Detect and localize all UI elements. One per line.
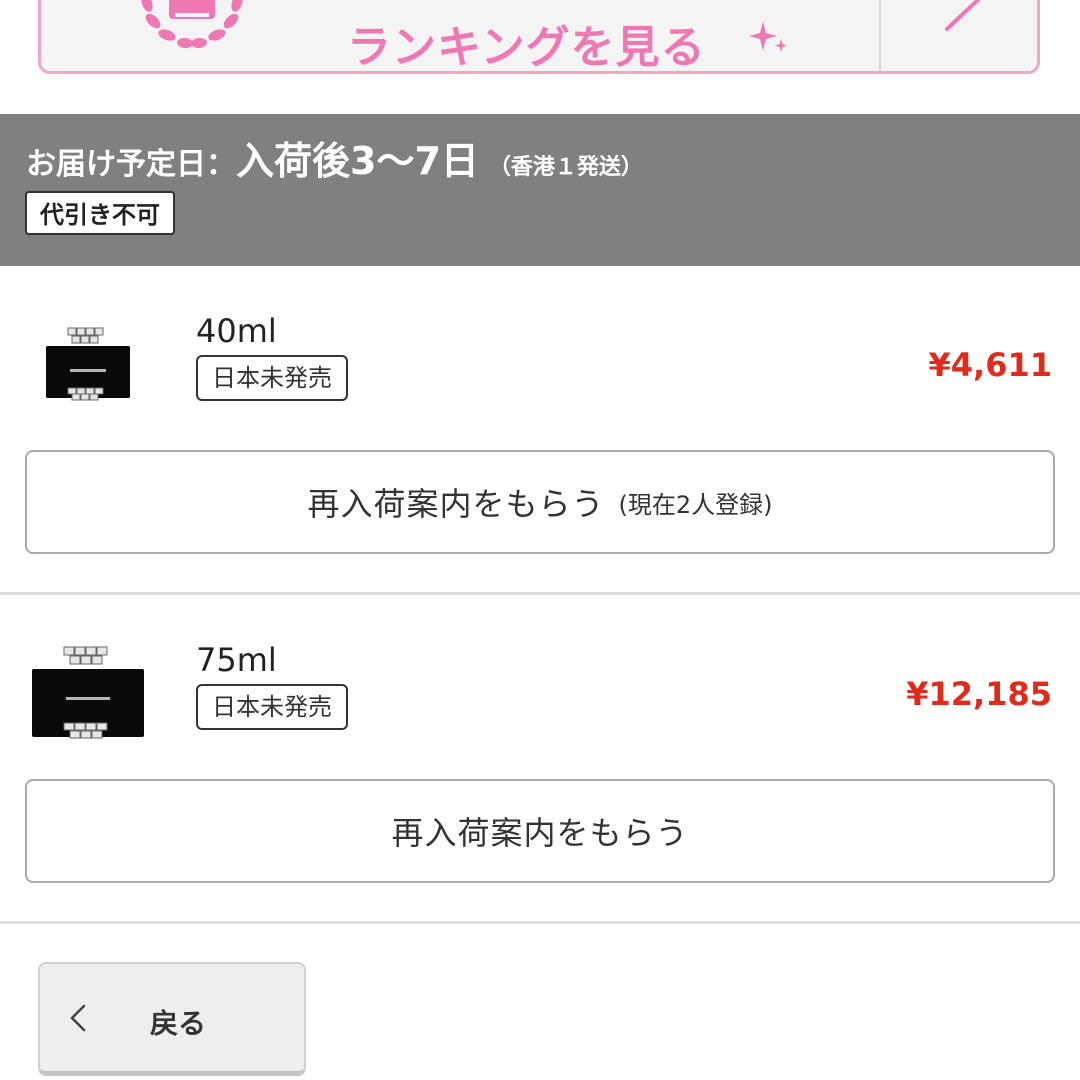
restock-registration-count: (現在2人登録) <box>618 490 773 519</box>
variant-price: ¥12,185 <box>906 675 1052 713</box>
not-released-in-japan-badge: 日本未発売 <box>196 355 348 401</box>
variant-row: 75ml 日本未発売 ¥12,185 再入荷案内をもらう <box>0 595 1080 924</box>
not-released-in-japan-badge: 日本未発売 <box>196 684 348 730</box>
perfume-bottle-icon <box>46 327 130 401</box>
back-button[interactable]: 戻る <box>38 962 306 1076</box>
shipping-origin-note: （香港１発送） <box>488 155 643 180</box>
restock-notify-button[interactable]: 再入荷案内をもらう (現在2人登録) <box>25 450 1055 554</box>
ranking-link-label: ランキングを見る <box>347 22 706 73</box>
variant-price: ¥4,611 <box>928 346 1052 384</box>
cod-unavailable-badge: 代引き不可 <box>25 191 175 235</box>
restock-notify-label: 再入荷案内をもらう <box>307 485 605 523</box>
delivery-date-colon: ： <box>206 147 236 182</box>
chevron-left-icon <box>70 1004 86 1032</box>
chevron-right-icon <box>945 0 981 31</box>
restock-notify-label: 再入荷案内をもらう <box>391 814 689 852</box>
ranking-banner[interactable]: ランキングを見る <box>38 0 1040 74</box>
restock-notify-button[interactable]: 再入荷案内をもらう <box>25 779 1055 883</box>
variant-row: 40ml 日本未発売 ¥4,611 再入荷案内をもらう (現在2人登録) <box>0 266 1080 595</box>
variant-size: 40ml <box>196 312 277 350</box>
delivery-date-line: お届け予定日：入荷後3〜7日 （香港１発送） <box>26 130 643 185</box>
sparkle-icon <box>749 21 787 52</box>
delivery-info-bar: お届け予定日：入荷後3〜7日 （香港１発送） 代引き不可 <box>0 114 1080 266</box>
back-button-label: 戻る <box>150 1007 207 1040</box>
delivery-date-label: お届け予定日 <box>26 147 206 182</box>
crown-laurel-icon <box>141 0 243 49</box>
perfume-bottle-icon <box>32 646 144 739</box>
variant-size: 75ml <box>196 641 277 679</box>
banner-divider <box>879 0 881 71</box>
delivery-date-value: 入荷後3〜7日 <box>236 139 479 183</box>
